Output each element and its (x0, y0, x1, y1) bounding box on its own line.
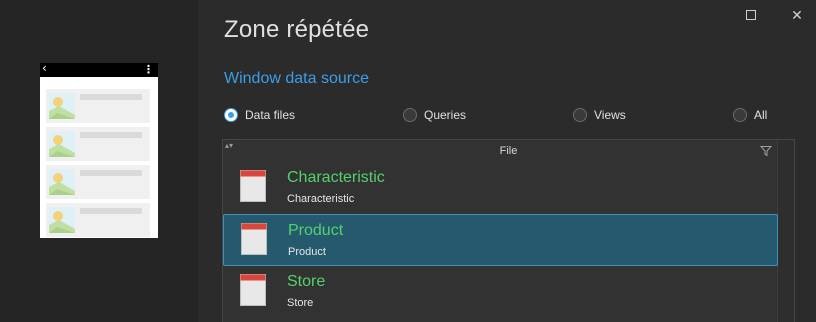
radio-data-files[interactable]: Data files (224, 108, 295, 122)
image-placeholder-icon (49, 169, 75, 195)
radio-label: Queries (424, 108, 467, 122)
mobile-preview: ‹ ⋮ (40, 63, 158, 238)
placeholder-text-line (80, 208, 142, 214)
table-scrollbar[interactable] (777, 140, 794, 322)
close-icon: ✕ (791, 8, 803, 24)
radio-label: All (754, 108, 768, 122)
table-row-selected[interactable]: Product Product (223, 214, 778, 266)
preview-list-item (46, 127, 150, 161)
table-row[interactable]: Store Store (223, 266, 778, 318)
column-header-file[interactable]: ▴▾ File (223, 140, 794, 162)
page-title: Zone répétée (224, 16, 370, 43)
maximize-icon (746, 10, 756, 20)
file-caption: Product (288, 246, 326, 258)
filter-icon[interactable] (760, 145, 772, 157)
radio-queries[interactable]: Queries (403, 108, 466, 122)
radio-dot (224, 108, 238, 122)
data-file-icon (240, 274, 266, 306)
radio-dot (733, 108, 747, 122)
maximize-button[interactable] (741, 6, 761, 26)
image-placeholder-icon (49, 131, 75, 157)
radio-all[interactable]: All (733, 108, 767, 122)
back-arrow-icon: ‹ (42, 63, 47, 75)
image-placeholder-icon (49, 207, 75, 233)
placeholder-text-line (80, 94, 142, 100)
file-name: Characteristic (287, 169, 385, 186)
close-button[interactable]: ✕ (787, 6, 807, 26)
radio-label: Views (594, 108, 626, 122)
file-caption: Store (287, 297, 314, 309)
radio-views[interactable]: Views (573, 108, 626, 122)
sort-icon[interactable]: ▴▾ (225, 140, 233, 152)
placeholder-text-line (80, 132, 142, 138)
placeholder-text-line (80, 170, 142, 176)
data-source-heading: Window data source (224, 70, 369, 87)
preview-list-item (46, 203, 150, 237)
preview-pane: ‹ ⋮ (0, 0, 198, 322)
data-file-icon (240, 170, 266, 202)
radio-dot (403, 108, 417, 122)
data-file-icon (241, 223, 267, 255)
table-row[interactable]: Characteristic Characteristic (223, 162, 778, 214)
file-caption: Characteristic (287, 193, 355, 205)
file-name: Product (288, 222, 344, 239)
column-header-label: File (499, 145, 518, 157)
preview-list-item (46, 89, 150, 123)
preview-list-item (46, 165, 150, 199)
preview-topbar: ‹ ⋮ (40, 63, 158, 77)
radio-dot (573, 108, 587, 122)
file-table: ▴▾ File Characteristic Characteristic Pr… (222, 139, 795, 322)
more-menu-icon: ⋮ (143, 63, 154, 76)
radio-label: Data files (245, 108, 296, 122)
file-name: Store (287, 273, 326, 290)
image-placeholder-icon (49, 93, 75, 119)
